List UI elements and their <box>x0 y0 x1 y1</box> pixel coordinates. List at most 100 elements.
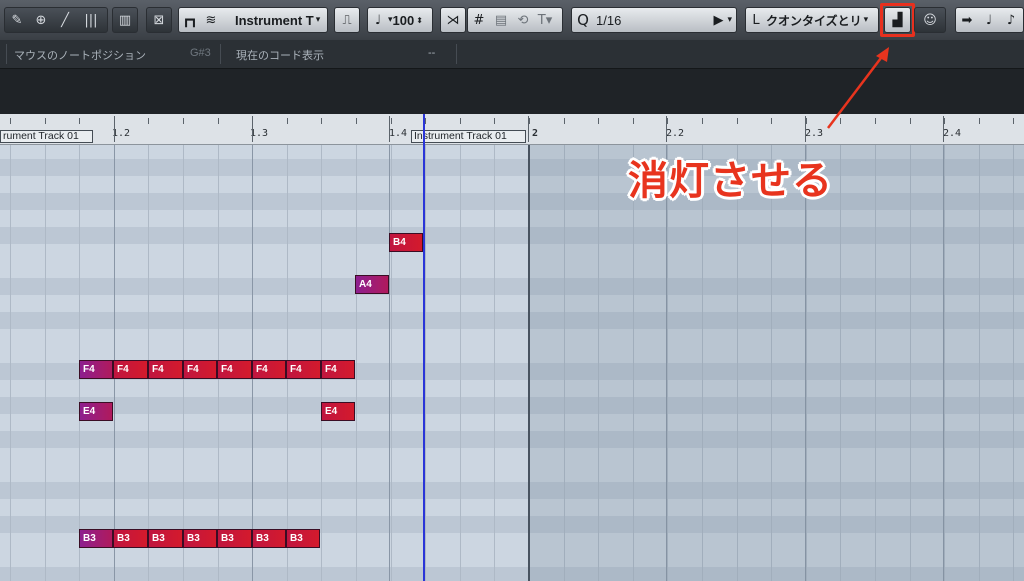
note-e4[interactable]: E4 <box>79 402 113 421</box>
note-f4[interactable]: F4 <box>79 360 113 379</box>
note-grid[interactable]: B4 A4 F4 F4 F4 F4 F4 F4 F4 F4 E4 E4 B3 B… <box>0 145 1024 581</box>
ruler-label: 2.4 <box>943 128 962 139</box>
mouse-note-value: G#3 <box>190 47 211 59</box>
ruler-label: 1.4 <box>389 128 408 139</box>
beat-line <box>389 145 390 581</box>
ruler-tick <box>391 118 392 124</box>
ruler-tick <box>910 118 911 124</box>
ruler-major-tick <box>943 116 944 142</box>
mixer-icon[interactable]: ▥ <box>112 7 138 33</box>
note-icon[interactable]: ♩ <box>978 13 1000 28</box>
note-f4[interactable]: F4 <box>183 360 217 379</box>
quantize-preset-selector[interactable]: L クオンタイズとリ ▾ <box>745 7 879 33</box>
bracket-icon: ┏┓ <box>182 12 198 28</box>
note-b3[interactable]: B3 <box>286 529 320 548</box>
ruler-tick <box>45 118 46 124</box>
grid-line <box>425 145 426 581</box>
out-of-range-area <box>528 145 1024 581</box>
note-b3[interactable]: B3 <box>79 529 113 548</box>
grid-line <box>45 145 46 581</box>
ruler-label: 2 <box>532 128 539 139</box>
ruler-major-tick <box>252 116 253 142</box>
note-b3[interactable]: B3 <box>148 529 183 548</box>
grid-line <box>460 145 461 581</box>
playback-cursor[interactable] <box>423 114 425 581</box>
ruler-label: 2.3 <box>805 128 824 139</box>
split-icon[interactable]: ||| <box>77 13 105 28</box>
annotation-text: 消灯させる <box>628 158 833 204</box>
timeline-ruler[interactable]: 1.2 1.3 1.4 2 2.2 2.3 2.4 rument Track 0… <box>0 114 1024 145</box>
quantize-selector[interactable]: Q 1/16 ▶ ▾ <box>571 7 737 33</box>
text-icon[interactable]: T▾ <box>534 13 556 28</box>
track-selector[interactable]: ┏┓ ≋ Instrument T ▾ <box>178 7 328 33</box>
q-icon: Q <box>577 11 589 29</box>
snap-off-icon[interactable]: ⊠ <box>146 7 172 33</box>
note-b3[interactable]: B3 <box>183 529 217 548</box>
face-icon[interactable]: ☺ <box>914 7 946 33</box>
ruler-tick <box>460 118 461 124</box>
chevron-down-icon: ▾ <box>863 15 869 25</box>
grid-line <box>356 145 357 581</box>
edit-tools-group: # ▤ ⟲ T▾ <box>467 7 563 33</box>
quantize-value: 1/16 <box>596 12 622 28</box>
quantize-preset: クオンタイズとリ <box>766 13 862 28</box>
ruler-tick <box>979 118 980 124</box>
note-f4[interactable]: F4 <box>148 360 183 379</box>
ruler-tick <box>598 118 599 124</box>
length-quantize-icon: L <box>752 12 760 28</box>
play-icon: ▶ <box>713 12 724 28</box>
ruler-major-tick <box>805 116 806 142</box>
ruler-tick <box>875 118 876 124</box>
tool-group: ✎ ⊕ ╱ ||| <box>4 7 108 33</box>
track-label-left: rument Track 01 <box>0 130 93 143</box>
loop-icon[interactable]: ⟲ <box>512 13 534 28</box>
note-f4[interactable]: F4 <box>286 360 321 379</box>
divider <box>220 44 221 64</box>
ruler-tick <box>840 118 841 124</box>
ruler-tick <box>667 118 668 124</box>
ruler-tick <box>79 118 80 124</box>
note-f4[interactable]: F4 <box>321 360 355 379</box>
ruler-major-tick <box>114 116 115 142</box>
note-b3[interactable]: B3 <box>217 529 252 548</box>
quantize-toggle[interactable]: ⋊ <box>440 7 466 33</box>
note-b3[interactable]: B3 <box>252 529 286 548</box>
ruler-tick <box>1013 118 1014 124</box>
ruler-tick <box>218 118 219 124</box>
note-e4[interactable]: E4 <box>321 402 355 421</box>
chevron-down-icon: ▾ <box>315 15 321 25</box>
layers-icon: ≋ <box>205 12 217 28</box>
grid-icon[interactable]: # <box>468 13 490 28</box>
note-a4[interactable]: A4 <box>355 275 389 294</box>
line-icon[interactable]: ╱ <box>53 13 77 28</box>
step-input-button[interactable]: ⎍ <box>334 7 360 33</box>
ruler-tick <box>356 118 357 124</box>
insert-tools-group: ➡ ♩ ♪ <box>955 7 1024 33</box>
ruler-tick <box>702 118 703 124</box>
note-f4[interactable]: F4 <box>217 360 252 379</box>
zoom-icon[interactable]: ⊕ <box>29 13 53 28</box>
info-line: マウスのノートポジション G#3 現在のコード表示 -- <box>0 40 1024 69</box>
notes-icon[interactable]: ♪ <box>1000 13 1022 28</box>
length-icon[interactable]: ▤ <box>490 13 512 28</box>
ruler-tick <box>10 118 11 124</box>
ruler-tick <box>737 118 738 124</box>
note-f4[interactable]: F4 <box>252 360 286 379</box>
ruler-tick <box>321 118 322 124</box>
velocity-control[interactable]: ♩ ▾ 100 ⬍ <box>367 7 433 33</box>
empty-panel <box>0 69 1024 114</box>
grid-line <box>10 145 11 581</box>
arrow-right-icon[interactable]: ➡ <box>956 13 978 28</box>
highlight-box <box>880 3 915 37</box>
grid-line <box>391 145 392 581</box>
ruler-tick <box>806 118 807 124</box>
ruler-tick <box>529 118 530 124</box>
track-label: Instrument Track 01 <box>411 130 526 143</box>
note-f4[interactable]: F4 <box>113 360 148 379</box>
ruler-tick <box>287 118 288 124</box>
note-b4[interactable]: B4 <box>389 233 423 252</box>
divider <box>456 44 457 64</box>
pencil-icon[interactable]: ✎ <box>5 13 29 28</box>
note-b3[interactable]: B3 <box>113 529 148 548</box>
ruler-tick <box>633 118 634 124</box>
